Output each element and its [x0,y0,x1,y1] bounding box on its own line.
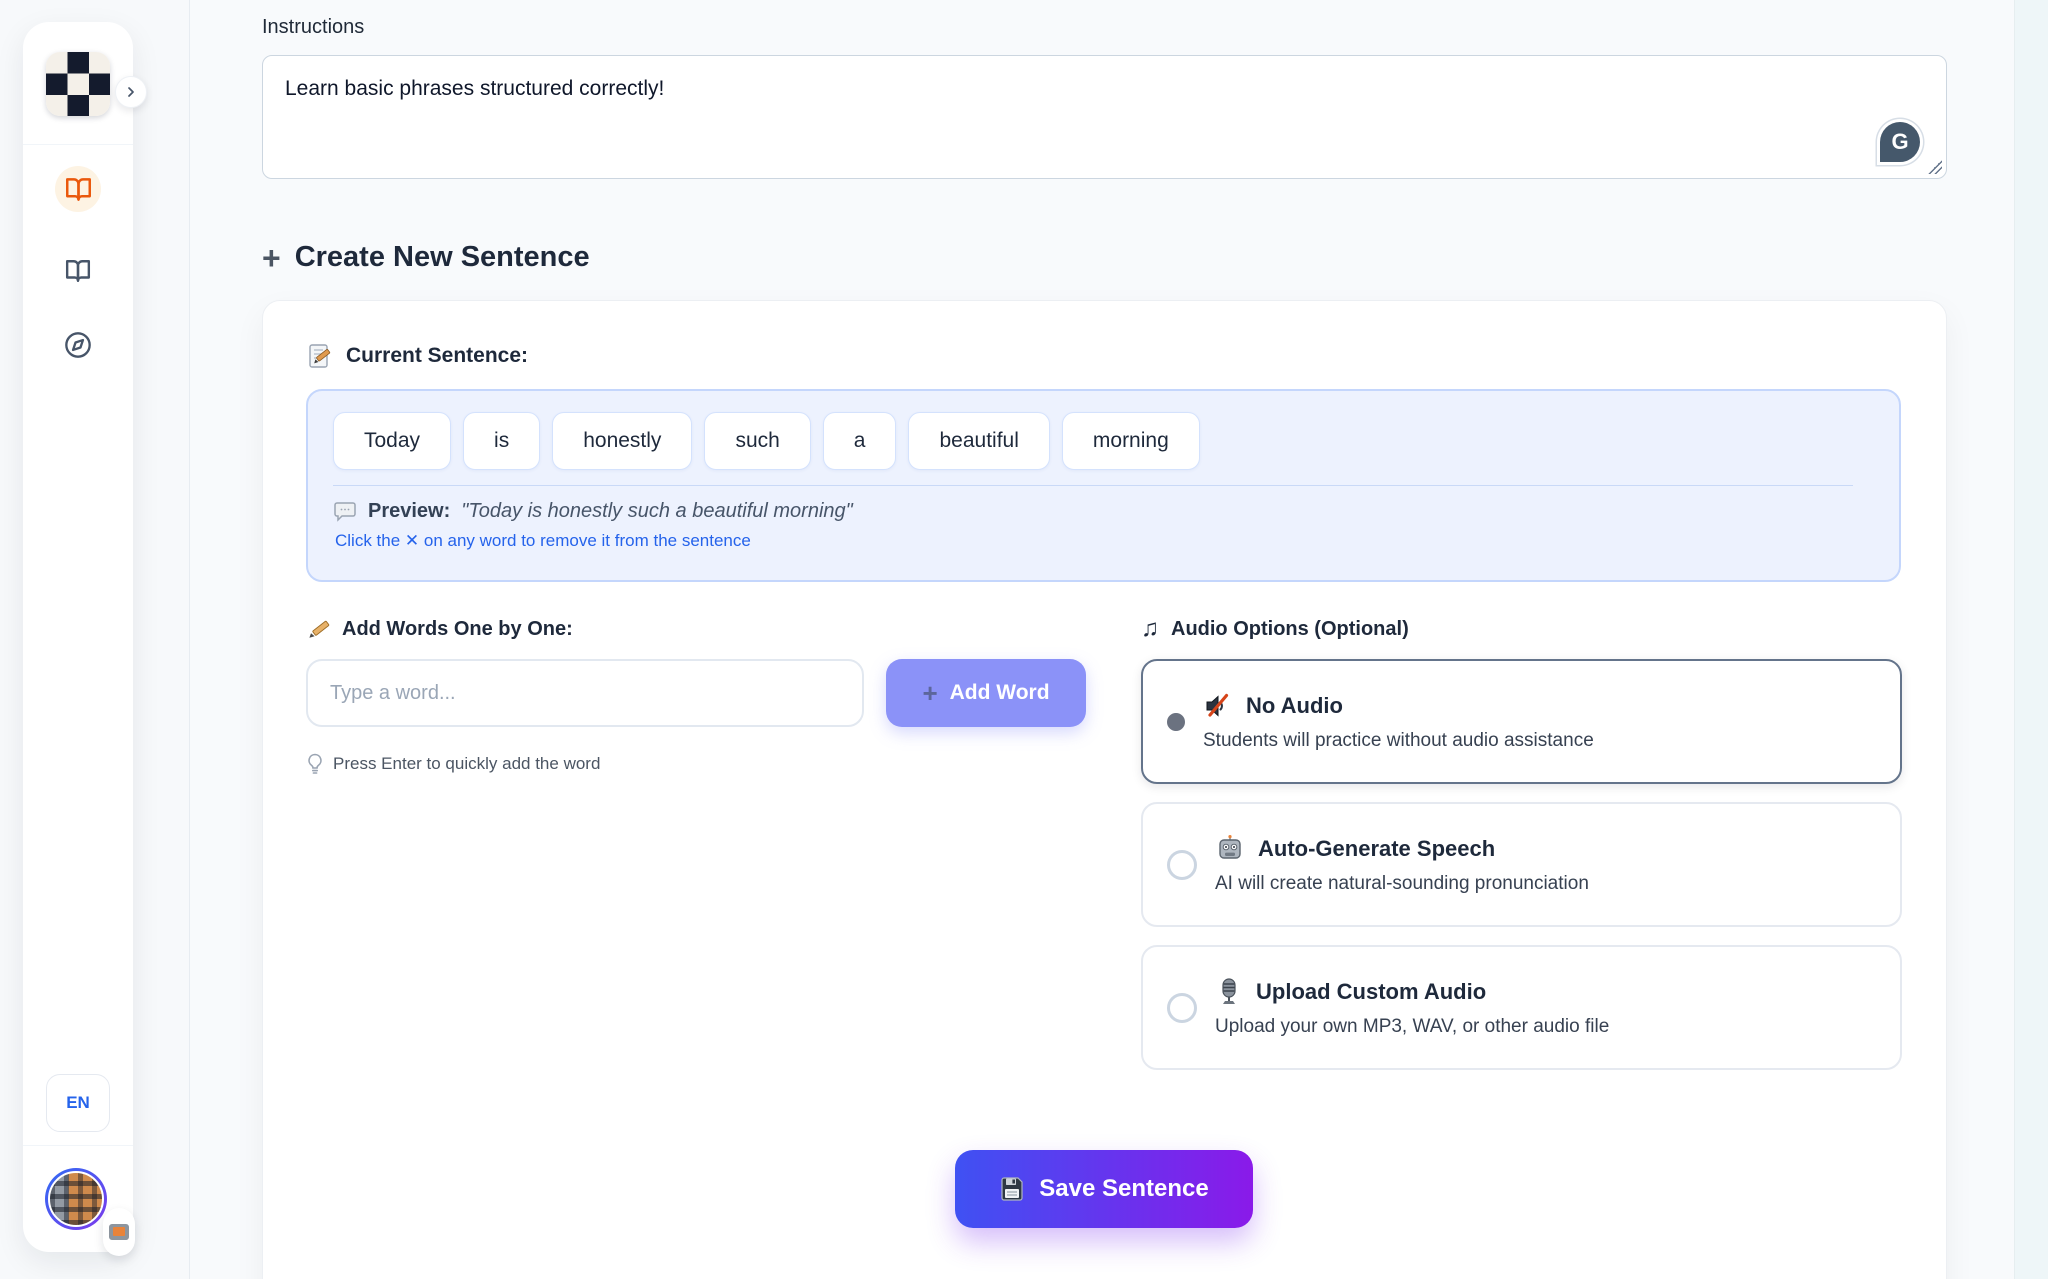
app-logo[interactable] [46,52,110,116]
sidebar-expand-button[interactable] [115,76,147,108]
add-words-section: Add Words One by One: + Add Word Press E… [306,617,1086,1070]
radio-unselected-icon[interactable] [1167,850,1197,880]
audio-options-section: ♫ Audio Options (Optional) No Audio Stud… [1141,617,1902,1070]
save-sentence-button[interactable]: Save Sentence [955,1150,1253,1228]
word-chip-row: Today is honestly such a beautiful morni… [333,412,1874,470]
audio-options-text: Audio Options (Optional) [1171,618,1409,641]
avatar-badge [103,1208,135,1256]
plus-icon: + [922,680,937,706]
radio-unselected-icon[interactable] [1167,993,1197,1023]
instructions-field-container: Learn basic phrases structured correctly… [262,55,1947,179]
word-chip[interactable]: is [463,412,540,470]
preview-label: Preview: [368,500,450,523]
pencil-icon [306,617,330,641]
add-word-button[interactable]: + Add Word [886,659,1086,727]
save-sentence-label: Save Sentence [1039,1175,1208,1203]
audio-option-title: Auto-Generate Speech [1258,836,1495,862]
audio-option-title: Upload Custom Audio [1256,979,1486,1005]
main-content: Instructions Learn basic phrases structu… [262,0,1947,1279]
right-scroll-gutter[interactable] [2014,0,2048,1279]
word-chip[interactable]: such [704,412,810,470]
sidebar-divider [23,144,133,145]
preview-text: "Today is honestly such a beautiful morn… [461,500,852,523]
sidebar-item-explore[interactable] [55,322,101,368]
add-words-text: Add Words One by One: [342,618,573,641]
enter-hint-text: Press Enter to quickly add the word [333,754,600,774]
audio-option-description: Students will practice without audio ass… [1203,730,1594,752]
current-sentence-text: Current Sentence: [346,344,528,368]
audio-option-upload-custom[interactable]: Upload Custom Audio Upload your own MP3,… [1141,945,1902,1070]
audio-option-description: AI will create natural-sounding pronunci… [1215,873,1589,895]
word-chip[interactable]: honestly [552,412,692,470]
audio-option-description: Upload your own MP3, WAV, or other audio… [1215,1016,1609,1038]
grammarly-letter: G [1891,129,1908,155]
create-new-sentence-heading: + Create New Sentence [262,241,1947,274]
open-book-icon [65,176,92,203]
remove-word-hint: Click the ✕ on any word to remove it fro… [335,531,1874,551]
word-chip[interactable]: morning [1062,412,1200,470]
resize-handle[interactable] [1928,160,1942,174]
speech-bubble-icon [333,499,357,523]
audio-options-label: ♫ Audio Options (Optional) [1141,617,1902,641]
user-avatar[interactable] [45,1168,107,1230]
instructions-label: Instructions [262,16,1947,39]
sentence-builder-card: Current Sentence: Today is honestly such… [262,300,1947,1279]
audio-option-title: No Audio [1246,693,1343,719]
section-title: Create New Sentence [295,241,590,274]
microphone-icon [1215,977,1243,1007]
word-input[interactable] [306,659,864,727]
lightbulb-icon [306,753,324,775]
word-chip[interactable]: Today [333,412,451,470]
word-chip[interactable]: a [823,412,897,470]
add-word-label: Add Word [950,681,1050,705]
audio-option-no-audio[interactable]: No Audio Students will practice without … [1141,659,1902,784]
memo-icon [306,343,332,369]
floppy-disk-icon [999,1176,1025,1202]
sidebar-item-library[interactable] [55,248,101,294]
avatar-image [48,1171,104,1227]
sidebar: EN [23,22,133,1252]
book-icon [65,258,91,284]
sidebar-item-lessons[interactable] [55,166,101,212]
robot-icon [1215,834,1245,864]
compass-icon [64,331,92,359]
radio-selected-icon[interactable] [1167,713,1185,731]
enter-hint: Press Enter to quickly add the word [306,753,1086,775]
grammarly-icon[interactable]: G [1880,122,1920,162]
sentence-panel: Today is honestly such a beautiful morni… [306,389,1901,582]
monitor-icon [109,1224,129,1240]
panel-divider [333,485,1853,486]
plus-icon: + [262,242,281,274]
audio-option-auto-generate[interactable]: Auto-Generate Speech AI will create natu… [1141,802,1902,927]
chevron-right-icon [123,84,139,100]
add-words-label: Add Words One by One: [306,617,1086,641]
instructions-textarea[interactable]: Learn basic phrases structured correctly… [263,56,1946,178]
word-chip[interactable]: beautiful [908,412,1049,470]
preview-row: Preview: "Today is honestly such a beaut… [333,499,1874,523]
music-note-icon: ♫ [1141,617,1159,641]
current-sentence-label: Current Sentence: [306,343,1902,369]
sidebar-divider [23,1145,133,1146]
language-button[interactable]: EN [46,1074,110,1132]
muted-speaker-icon [1203,691,1233,721]
